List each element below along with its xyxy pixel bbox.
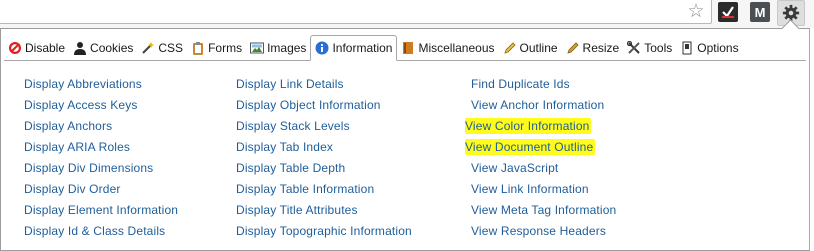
menu-item[interactable]: View Meta Tag Information xyxy=(471,203,671,224)
cookies-icon xyxy=(73,41,87,55)
menu-item[interactable]: View Link Information xyxy=(471,182,671,203)
tab-label: Options xyxy=(697,41,739,55)
tab-label: Miscellaneous xyxy=(418,41,495,55)
tab-label: Disable xyxy=(25,41,66,55)
outline-pencil-icon xyxy=(503,41,517,55)
resize-pencil-icon xyxy=(566,41,580,55)
checkmark-extension-icon[interactable] xyxy=(718,2,738,22)
tab-options[interactable]: Options xyxy=(676,36,742,60)
menu-item[interactable]: Display Id & Class Details xyxy=(24,224,236,245)
tab-label: Tools xyxy=(644,41,673,55)
tab-miscellaneous[interactable]: Miscellaneous xyxy=(397,36,498,60)
menu-item[interactable]: Display Access Keys xyxy=(24,98,236,119)
menu-item[interactable]: Display Element Information xyxy=(24,203,236,224)
information-icon xyxy=(315,41,329,55)
tab-cookies[interactable]: Cookies xyxy=(69,36,137,60)
tab-outline[interactable]: Outline xyxy=(499,36,562,60)
menu-item[interactable]: Display Table Depth xyxy=(236,161,471,182)
omnibox[interactable] xyxy=(0,0,712,24)
tab-information[interactable]: Information xyxy=(310,35,398,61)
tab-bar: Disable Cookies CSS Forms Images Informa… xyxy=(4,35,806,61)
menu-item[interactable]: View JavaScript xyxy=(471,161,671,182)
forms-clipboard-icon xyxy=(191,41,205,55)
tab-label: Information xyxy=(332,41,393,55)
menu-column-3: Find Duplicate Ids View Anchor Informati… xyxy=(465,77,671,245)
menu-item[interactable]: View Response Headers xyxy=(471,224,671,245)
tab-label: Images xyxy=(267,41,307,55)
menu-item[interactable]: Display Stack Levels xyxy=(236,119,471,140)
tab-tools[interactable]: Tools xyxy=(623,36,676,60)
menu-item[interactable]: Display Abbreviations xyxy=(24,77,236,98)
menu-item-highlighted[interactable]: View Document Outline xyxy=(465,139,671,161)
menu-item-highlighted[interactable]: View Color Information xyxy=(465,118,671,140)
tools-wrench-icon xyxy=(627,41,641,55)
miscellaneous-book-icon xyxy=(401,41,415,55)
tab-label: Forms xyxy=(208,41,243,55)
images-picture-icon xyxy=(250,41,265,55)
menu-item[interactable]: Display Table Information xyxy=(236,182,471,203)
tab-forms[interactable]: Forms xyxy=(187,36,246,60)
tab-label: CSS xyxy=(158,41,184,55)
bookmark-star-icon[interactable]: ☆ xyxy=(686,2,706,22)
menu-item[interactable]: Find Duplicate Ids xyxy=(471,77,671,98)
m-extension-icon[interactable]: M xyxy=(750,2,770,22)
tab-label: Resize xyxy=(582,41,620,55)
options-switch-icon xyxy=(680,41,694,55)
css-wand-icon xyxy=(141,41,155,55)
information-menu: Display Abbreviations Display Access Key… xyxy=(24,77,671,245)
menu-item[interactable]: Display Tab Index xyxy=(236,140,471,161)
browser-toolbar: ☆ M xyxy=(0,0,814,28)
web-developer-popup: Disable Cookies CSS Forms Images Informa… xyxy=(0,28,810,251)
tab-label: Cookies xyxy=(90,41,134,55)
menu-item[interactable]: Display Topographic Information xyxy=(236,224,471,245)
tab-disable[interactable]: Disable xyxy=(4,36,69,60)
disable-icon xyxy=(8,41,22,55)
menu-item[interactable]: Display Div Order xyxy=(24,182,236,203)
tab-css[interactable]: CSS xyxy=(137,36,187,60)
tab-images[interactable]: Images xyxy=(246,36,310,60)
tab-resize[interactable]: Resize xyxy=(562,36,624,60)
menu-column-1: Display Abbreviations Display Access Key… xyxy=(24,77,236,245)
menu-item[interactable]: Display Title Attributes xyxy=(236,203,471,224)
tab-label: Outline xyxy=(519,41,558,55)
menu-item[interactable]: Display Div Dimensions xyxy=(24,161,236,182)
menu-item[interactable]: View Anchor Information xyxy=(471,98,671,119)
menu-item[interactable]: Display Object Information xyxy=(236,98,471,119)
menu-item[interactable]: Display Link Details xyxy=(236,77,471,98)
menu-column-2: Display Link Details Display Object Info… xyxy=(236,77,471,245)
menu-item[interactable]: Display Anchors xyxy=(24,119,236,140)
menu-item[interactable]: Display ARIA Roles xyxy=(24,140,236,161)
